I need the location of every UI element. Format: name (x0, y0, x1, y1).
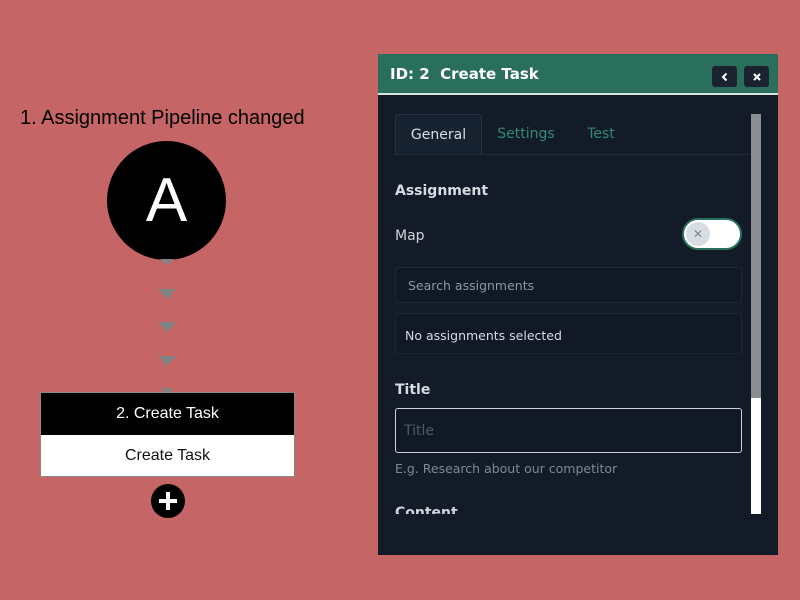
assignment-search-input[interactable] (396, 268, 741, 302)
panel-title: ID: 2 Create Task (390, 64, 539, 83)
map-label: Map (395, 228, 425, 244)
connector-arrow (158, 322, 176, 332)
selected-assignments-box: No assignments selected (395, 313, 742, 354)
scrollbar-thumb[interactable] (751, 114, 761, 398)
title-input[interactable] (395, 408, 742, 453)
panel-tabs: General Settings Test (395, 114, 750, 155)
panel-header: ID: 2 Create Task (378, 54, 778, 95)
add-step-button[interactable] (151, 484, 185, 518)
tab-settings[interactable]: Settings (490, 114, 562, 154)
chevron-left-icon (721, 72, 727, 81)
close-button[interactable] (744, 66, 769, 87)
task-node-body[interactable]: Create Task (41, 435, 294, 476)
trigger-title: 1. Assignment Pipeline changed (20, 107, 305, 129)
back-button[interactable] (712, 66, 737, 87)
assignment-section-label: Assignment (395, 183, 489, 199)
task-settings-panel: ID: 2 Create Task General Settings Test … (378, 54, 778, 555)
panel-scrollbar[interactable] (751, 114, 761, 514)
task-node-header[interactable]: 2. Create Task (41, 393, 294, 435)
toggle-off-icon: ✕ (686, 222, 710, 246)
connector-arrow (158, 289, 176, 299)
map-toggle[interactable]: ✕ (682, 218, 742, 250)
connector-arrow (160, 259, 174, 265)
plus-icon (159, 492, 177, 510)
title-hint: E.g. Research about our competitor (395, 461, 618, 476)
tab-general[interactable]: General (395, 114, 482, 154)
trigger-node-letter: A (145, 165, 188, 235)
connector-arrow (158, 356, 176, 366)
close-icon (752, 72, 761, 81)
assignment-search-box (395, 267, 742, 303)
panel-footer (378, 514, 750, 555)
title-field-label: Title (395, 382, 431, 398)
task-node[interactable]: 2. Create Task Create Task (40, 392, 295, 477)
tab-test[interactable]: Test (576, 114, 626, 154)
no-assignments-text: No assignments selected (405, 328, 562, 343)
trigger-node[interactable]: A (107, 141, 226, 260)
